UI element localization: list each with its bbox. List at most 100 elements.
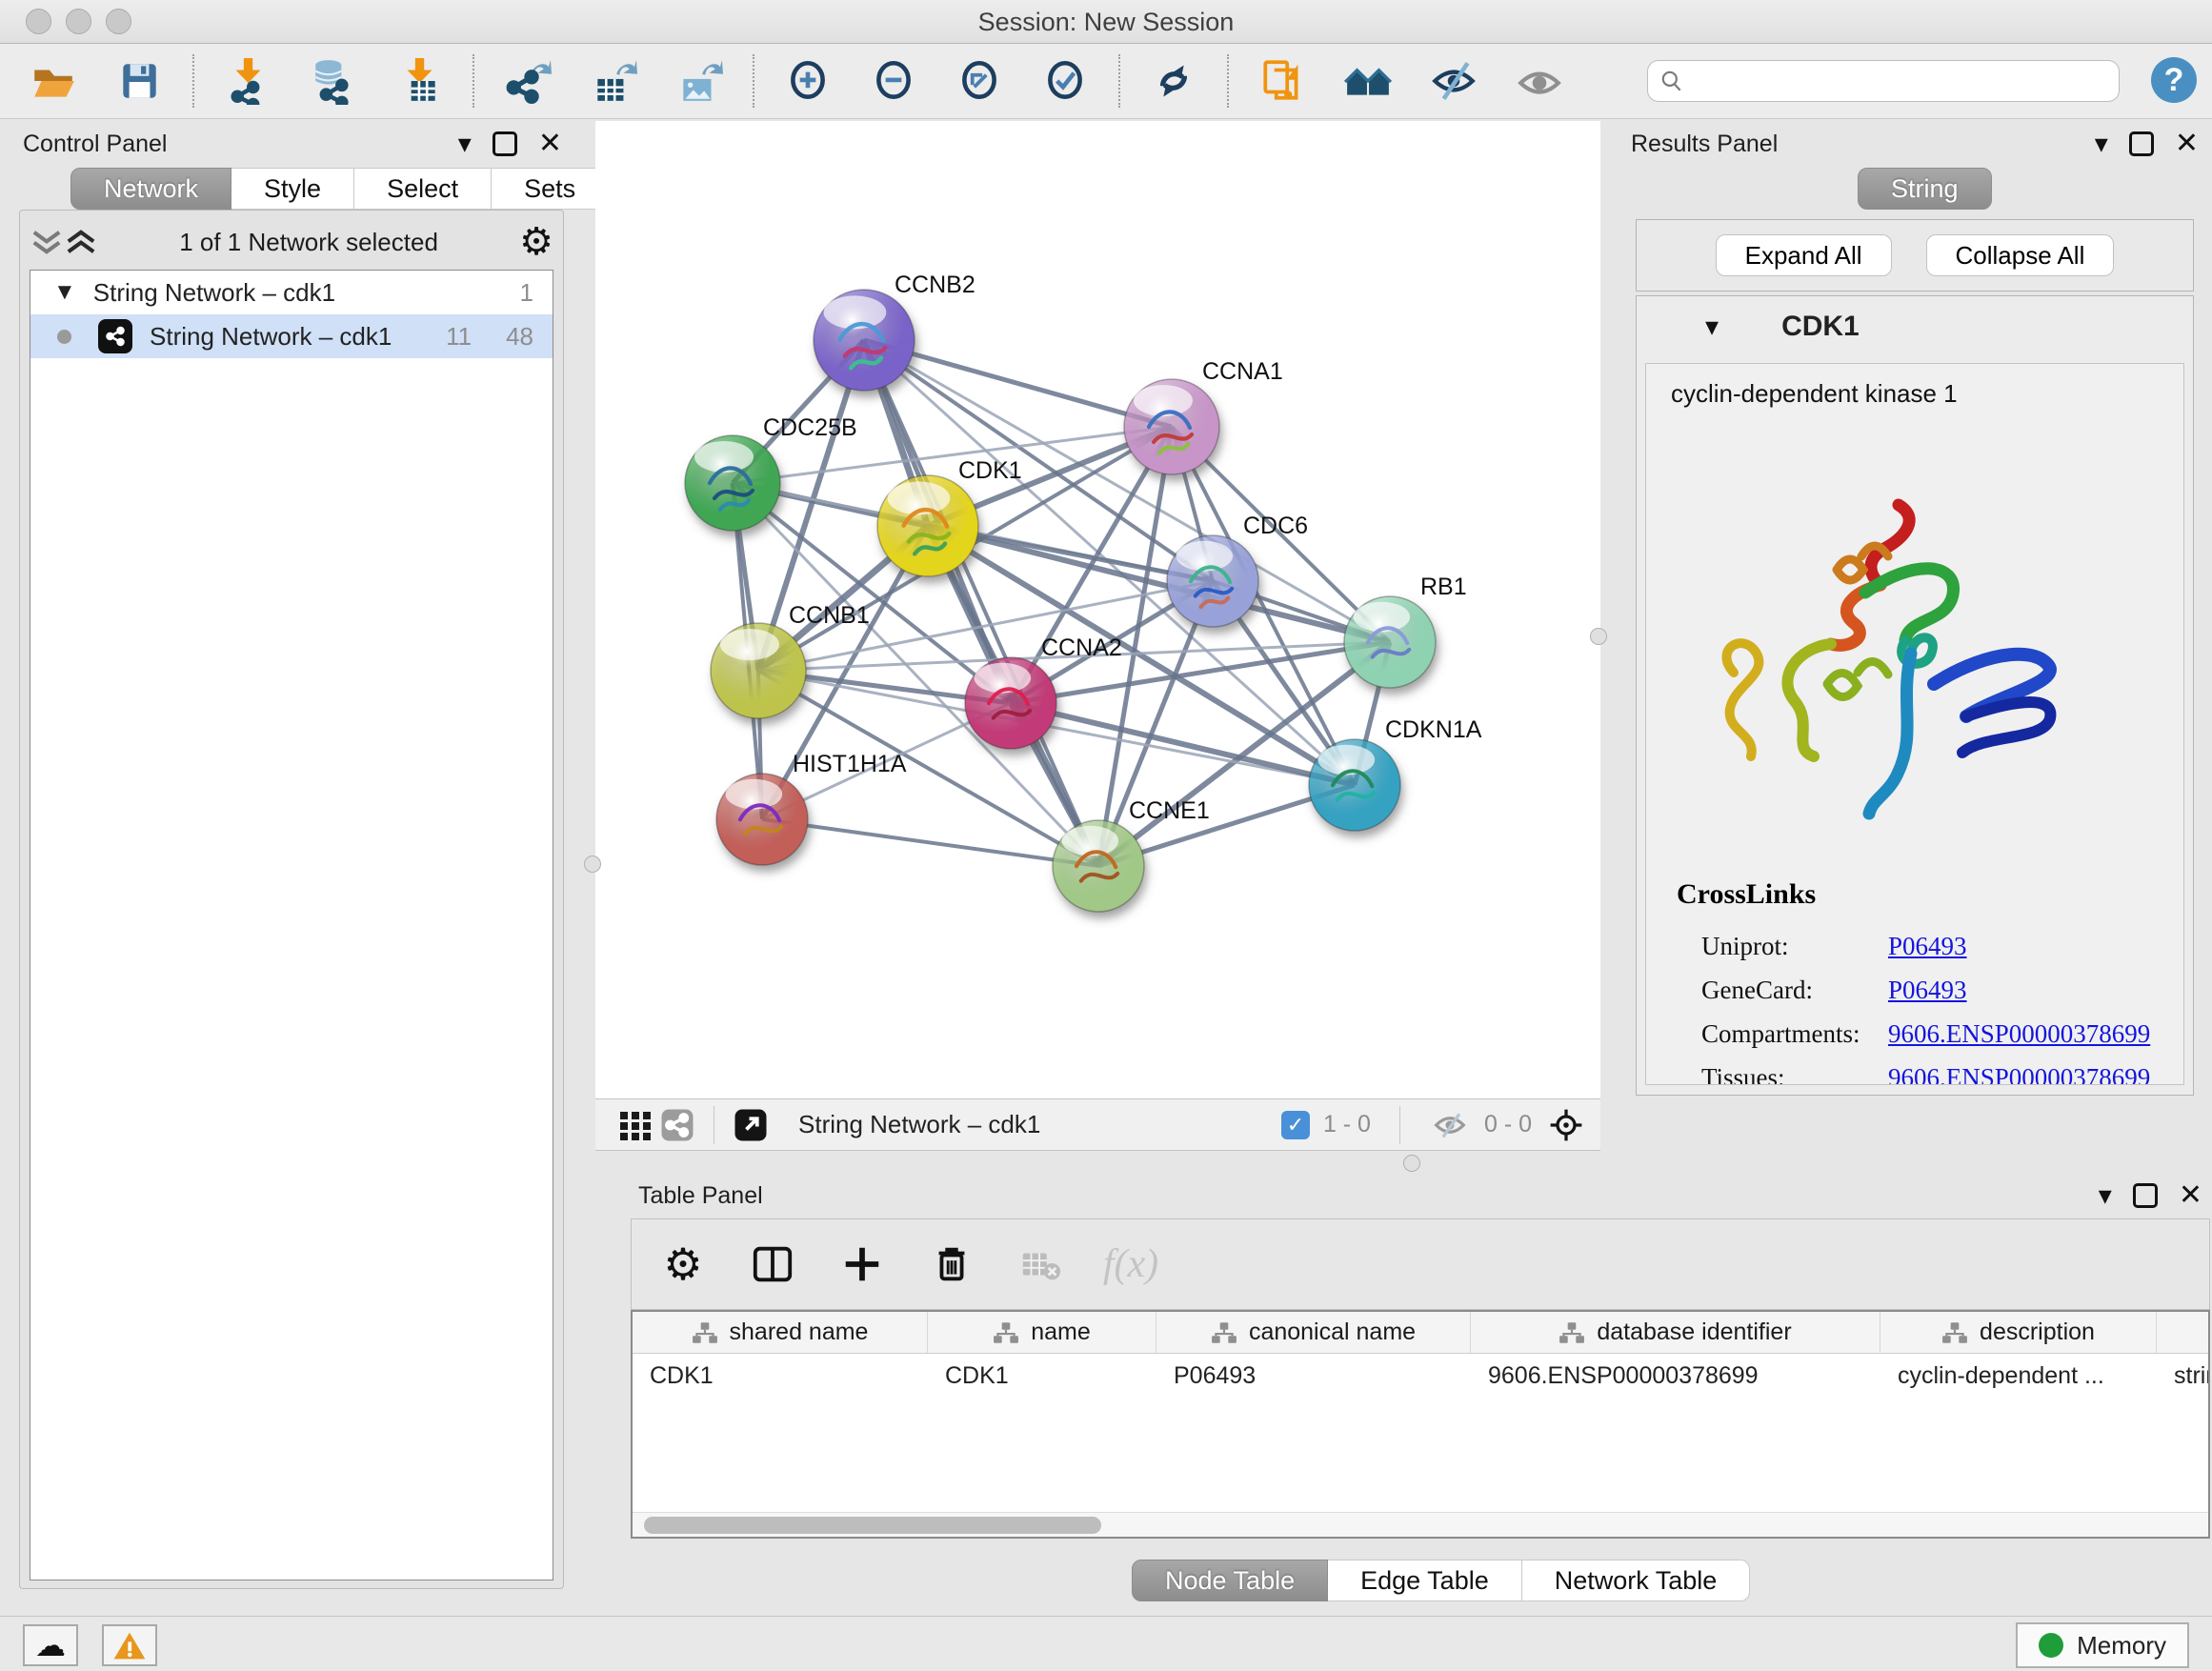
tab-network[interactable]: Network [70, 168, 231, 210]
fit-selected-crosshair-icon[interactable] [1545, 1104, 1587, 1146]
collection-expand-icon[interactable]: ▼ [53, 279, 76, 306]
crosslink-link[interactable]: 9606.ENSP00000378699 [1888, 1019, 2150, 1049]
tab-node-table[interactable]: Node Table [1132, 1560, 1328, 1601]
search-box[interactable] [1647, 60, 2120, 102]
table-panel-float-icon[interactable] [2133, 1183, 2158, 1208]
tab-string[interactable]: String [1858, 168, 1992, 210]
node-HIST1H1A[interactable]: HIST1H1A [716, 751, 907, 865]
edge-CCNA2-CDKN1A[interactable] [1011, 703, 1355, 785]
node-table[interactable]: shared namenamecanonical namedatabase id… [631, 1310, 2210, 1539]
results-panel-title: Results Panel [1631, 131, 1778, 158]
node-CDKN1A[interactable]: CDKN1A [1309, 716, 1482, 831]
help-button[interactable]: ? [2151, 57, 2197, 103]
network-tab-content: 1 of 1 Network selected ⚙ ▼ String Netwo… [19, 210, 564, 1589]
refresh-view-icon[interactable] [1149, 56, 1198, 106]
network-canvas[interactable]: CCNB2 CCNA1 CDC25B CDK1 CDC6 RB1 CCNB1 C… [595, 121, 1600, 1098]
table-panel-menu-icon[interactable]: ▾ [2099, 1182, 2112, 1209]
add-column-icon[interactable] [837, 1239, 887, 1289]
network-view-toolbar: String Network – cdk1 ✓ 1 - 0 0 - 0 [595, 1098, 1600, 1151]
control-panel-float-icon[interactable] [493, 131, 517, 156]
zoom-in-icon[interactable] [783, 56, 833, 106]
network-badge-icon[interactable] [656, 1104, 698, 1146]
memory-button[interactable]: Memory [2016, 1622, 2189, 1668]
export-network-icon[interactable] [503, 56, 553, 106]
tab-style[interactable]: Style [231, 168, 354, 210]
table-cell[interactable]: cyclin-dependent ... [1880, 1354, 2157, 1398]
export-table-icon[interactable] [589, 56, 638, 106]
open-session-icon[interactable] [29, 56, 78, 106]
hide-selected-icon[interactable] [1429, 56, 1478, 106]
warning-icon [112, 1630, 147, 1661]
collapse-all-button[interactable]: Collapse All [1926, 234, 2115, 276]
node-CCNB1[interactable]: CCNB1 [711, 602, 870, 718]
open-in-new-window-icon[interactable] [730, 1104, 772, 1146]
crosslink-link[interactable]: 9606.ENSP00000378699 [1888, 1063, 2150, 1086]
node-CDC6[interactable]: CDC6 [1167, 513, 1308, 627]
tab-sets[interactable]: Sets [492, 168, 609, 210]
node-CCNA1[interactable]: CCNA1 [1124, 358, 1283, 474]
network-node-count: 11 [446, 322, 472, 352]
import-network-database-icon[interactable] [309, 56, 358, 106]
warnings-button[interactable] [102, 1624, 157, 1666]
node-RB1[interactable]: RB1 [1344, 574, 1467, 688]
export-image-icon[interactable] [674, 56, 724, 106]
cloud-status-button[interactable]: ☁ [23, 1624, 78, 1666]
zoom-fit-icon[interactable] [955, 56, 1004, 106]
table-settings-gear-icon[interactable]: ⚙ [658, 1239, 708, 1289]
left-splitter-handle[interactable] [584, 856, 601, 873]
tab-select[interactable]: Select [354, 168, 492, 210]
crosslink-link[interactable]: P06493 [1888, 976, 1967, 1005]
table-scrollbar-thumb[interactable] [644, 1517, 1101, 1534]
toolbar-group [1120, 56, 1227, 106]
expand-all-networks-icon[interactable] [30, 228, 64, 256]
network-collection-row[interactable]: ▼ String Network – cdk1 1 [30, 271, 553, 314]
network-options-gear-icon[interactable]: ⚙ [519, 223, 553, 261]
selected-checkbox-icon[interactable]: ✓ [1281, 1111, 1310, 1139]
column-header-shared-name[interactable]: shared name [633, 1312, 928, 1353]
column-header-name[interactable]: name [928, 1312, 1156, 1353]
edge-HIST1H1A-CCNE1[interactable] [762, 819, 1098, 866]
show-columns-icon[interactable] [748, 1239, 797, 1289]
zoom-out-icon[interactable] [869, 56, 918, 106]
right-splitter-handle[interactable] [1590, 628, 1607, 645]
column-header-id[interactable]: @id [2157, 1312, 2210, 1353]
network-edge-count: 48 [506, 322, 533, 352]
table-horizontal-scrollbar[interactable] [633, 1512, 2208, 1537]
control-panel-menu-icon[interactable]: ▾ [458, 131, 472, 157]
table-cell[interactable]: stringdb:9... [2157, 1354, 2210, 1398]
show-all-icon[interactable] [1515, 56, 1564, 106]
tab-edge-table[interactable]: Edge Table [1328, 1560, 1522, 1601]
collapse-all-networks-icon[interactable] [64, 228, 98, 256]
table-cell[interactable]: 9606.ENSP00000378699 [1471, 1354, 1880, 1398]
grid-view-icon[interactable] [614, 1104, 656, 1146]
results-panel-menu-icon[interactable]: ▾ [2095, 131, 2108, 157]
table-panel-close-icon[interactable]: ✕ [2179, 1181, 2202, 1210]
save-session-icon[interactable] [114, 56, 164, 106]
copy-documents-icon[interactable] [1257, 56, 1307, 106]
protein-collapse-icon[interactable]: ▾ [1705, 313, 1719, 340]
delete-column-trash-icon[interactable] [927, 1239, 976, 1289]
table-cell[interactable]: P06493 [1156, 1354, 1471, 1398]
node-label-CDC6: CDC6 [1243, 513, 1308, 539]
network-row[interactable]: String Network – cdk1 11 48 [30, 314, 553, 358]
zoom-selected-icon[interactable] [1040, 56, 1090, 106]
expand-all-button[interactable]: Expand All [1716, 234, 1892, 276]
home-layout-icon[interactable] [1343, 56, 1393, 106]
bottom-splitter-handle[interactable] [1403, 1155, 1420, 1172]
results-panel-float-icon[interactable] [2129, 131, 2154, 156]
import-network-file-icon[interactable] [223, 56, 272, 106]
table-cell[interactable]: CDK1 [928, 1354, 1156, 1398]
tab-network-table[interactable]: Network Table [1522, 1560, 1751, 1601]
node-CDK1[interactable]: CDK1 [877, 457, 1022, 576]
search-input[interactable] [1692, 68, 2107, 94]
crosslink-link[interactable]: P06493 [1888, 932, 1967, 961]
column-header-database-identifier[interactable]: database identifier [1471, 1312, 1880, 1353]
column-header-description[interactable]: description [1880, 1312, 2157, 1353]
import-table-file-icon[interactable] [394, 56, 444, 106]
table-row[interactable]: CDK1CDK1P064939606.ENSP00000378699cyclin… [633, 1354, 2208, 1398]
column-header-canonical-name[interactable]: canonical name [1156, 1312, 1471, 1353]
node-CCNB2[interactable]: CCNB2 [814, 272, 975, 391]
results-panel-close-icon[interactable]: ✕ [2175, 130, 2199, 158]
table-cell[interactable]: CDK1 [633, 1354, 928, 1398]
control-panel-close-icon[interactable]: ✕ [538, 130, 562, 158]
